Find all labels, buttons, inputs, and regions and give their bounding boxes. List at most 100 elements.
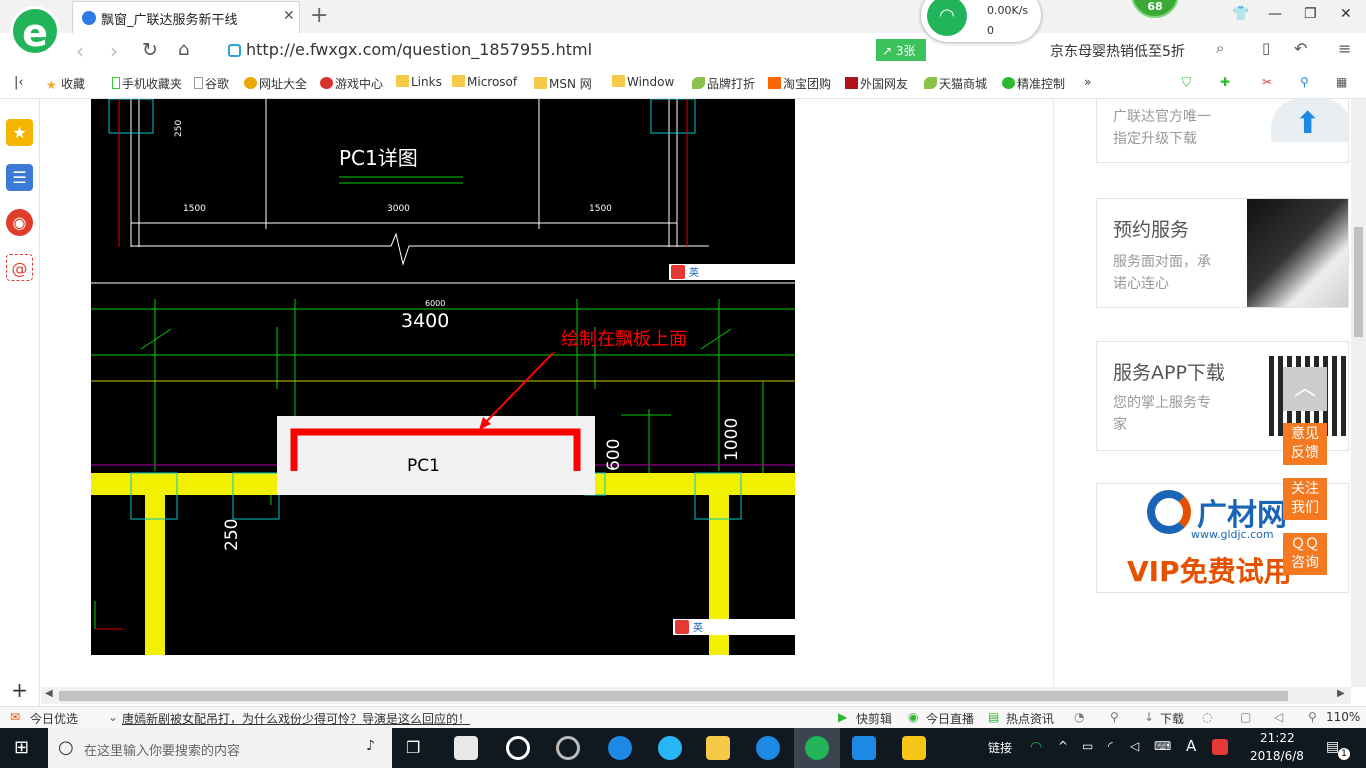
bookmark-item[interactable]: 精准控制 [1002, 75, 1065, 92]
apps-icon[interactable]: ▦ [1336, 75, 1347, 89]
bookmark-item[interactable]: MSN 网 [534, 75, 592, 92]
search-icon[interactable]: ⌕ [1216, 39, 1224, 57]
status-item[interactable]: 下载 [1160, 710, 1184, 727]
minimize-icon[interactable]: — [1268, 6, 1282, 22]
feedback-button[interactable]: 意见 反馈 [1283, 423, 1327, 465]
qq-consult-button[interactable]: ＱＱ 咨询 [1283, 533, 1327, 575]
add-sidebar-icon[interactable]: + [6, 677, 33, 704]
menu-icon[interactable]: ≡ [1338, 39, 1351, 58]
app-ie-icon[interactable] [658, 736, 682, 760]
pin-icon[interactable]: ⚲ [1110, 710, 1119, 724]
scroll-left-icon[interactable]: ◀ [45, 688, 53, 699]
ime-indicator[interactable]: A [1186, 737, 1196, 755]
refresh-icon[interactable]: ↻ [142, 39, 158, 61]
bookmark-item[interactable]: 品牌打折 [692, 75, 755, 92]
taskbar-search-input[interactable]: ○ 在这里输入你要搜索的内容 ♪ [48, 728, 392, 768]
horizontal-scrollbar[interactable]: ◀ ▶ [41, 687, 1351, 704]
bookmark-item[interactable]: Links [396, 75, 442, 89]
clock-date[interactable]: 2018/6/8 [1250, 749, 1304, 763]
status-item[interactable]: 热点资讯 [1006, 710, 1054, 727]
back-to-top-icon[interactable]: ︿ [1283, 367, 1327, 411]
status-item[interactable]: 快剪辑 [856, 710, 892, 727]
bookmark-item[interactable]: 天猫商城 [924, 75, 987, 92]
home-icon[interactable]: ⌂ [178, 39, 189, 60]
promo-link[interactable]: 京东母婴热销低至5折 [1050, 41, 1185, 61]
phone-icon[interactable]: ▯ [1262, 39, 1270, 57]
bookmark-item[interactable]: ★ 收藏 [46, 75, 85, 92]
bookmark-item[interactable]: Microsof [452, 75, 517, 89]
collapse-icon[interactable]: |‹ [14, 75, 24, 90]
app-pinwheel-icon[interactable] [454, 736, 478, 760]
bookmark-item[interactable]: 手机收藏夹 [112, 75, 182, 92]
zoom-icon[interactable]: ⚲ [1308, 710, 1317, 724]
undo-icon[interactable]: ↶ [1294, 39, 1307, 58]
wifi-widget[interactable]: ◠ 0.00K/s 0 [920, 0, 1042, 43]
new-tab-icon[interactable]: + [310, 3, 328, 28]
vertical-scrollbar[interactable] [1351, 99, 1366, 687]
status-item[interactable]: 今日直播 [926, 710, 974, 727]
shield-icon[interactable]: ⛉ [1182, 75, 1191, 90]
daily-picks-link[interactable]: 今日优选 [30, 710, 78, 727]
task-view-icon[interactable]: ❐ [406, 738, 420, 757]
weibo-icon[interactable]: ◉ [6, 209, 33, 236]
clean-icon[interactable]: ◌ [1202, 710, 1212, 724]
screenshot-button[interactable]: ↗ 3张 [876, 39, 926, 61]
bookmark-item[interactable]: 游戏中心 [320, 75, 383, 92]
app-explorer-icon[interactable] [706, 736, 730, 760]
url-field[interactable]: http://e.fwxgx.com/question_1857955.html [246, 40, 592, 59]
scroll-thumb[interactable] [59, 691, 1288, 701]
close-tab-icon[interactable]: ✕ [283, 8, 295, 24]
bookmark-item[interactable]: 网址大全 [244, 75, 307, 92]
zoom-level[interactable]: 110% [1326, 710, 1360, 724]
forward-icon[interactable]: › [110, 39, 118, 63]
news-ticker[interactable]: 唐嫣新剧被女配吊打，为什么戏份少得可怜？导演是这么回应的！ [122, 710, 470, 727]
bookmark-item[interactable]: 外国网友 [845, 75, 908, 92]
speed-icon[interactable]: ◔ [1074, 710, 1084, 724]
microphone-icon[interactable]: ♪ [366, 738, 375, 754]
reader-icon[interactable]: ☰ [6, 164, 33, 191]
speaker-icon[interactable]: ◁ [1130, 739, 1139, 753]
app-edge-icon[interactable] [608, 736, 632, 760]
chevron-up-icon[interactable]: ^ [1058, 739, 1068, 753]
app-plus-icon[interactable] [852, 736, 876, 760]
browser-tab[interactable]: 飘窗_广联达服务新干线 ✕ [72, 1, 300, 33]
scissors-icon[interactable]: ✂ [1262, 75, 1272, 89]
compass-icon [244, 77, 257, 89]
browser-logo-icon[interactable]: e [10, 6, 60, 56]
window-icon[interactable]: ▢ [1240, 710, 1251, 724]
restore-icon[interactable]: ❐ [1304, 6, 1317, 22]
service-card[interactable]: 预约服务 服务面对面，承 诺心连心 [1096, 198, 1349, 308]
close-window-icon[interactable]: ✕ [1340, 6, 1352, 22]
scroll-thumb[interactable] [1354, 227, 1363, 337]
shirt-icon[interactable]: 👕 [1232, 6, 1249, 22]
volume-icon[interactable]: ◁ [1274, 710, 1283, 724]
notification-badge[interactable]: 68 [1131, 0, 1179, 18]
bookmark-item[interactable]: Window [612, 75, 674, 89]
clock-time[interactable]: 21:22 [1260, 731, 1295, 745]
scroll-right-icon[interactable]: ▶ [1337, 688, 1345, 699]
more-bookmarks-icon[interactable]: » [1084, 75, 1091, 89]
app-notes-icon[interactable] [902, 736, 926, 760]
bookmark-item[interactable]: 谷歌 [194, 75, 229, 92]
sogou-icon[interactable] [1212, 739, 1228, 755]
link-label[interactable]: 链接 [988, 739, 1012, 756]
mail-icon[interactable]: @ [6, 254, 33, 281]
wifi-tray-icon[interactable]: ◠ [1030, 739, 1042, 755]
follow-us-button[interactable]: 关注 我们 [1283, 478, 1327, 520]
back-icon[interactable]: ‹ [76, 39, 84, 63]
chevron-down-icon[interactable]: ⌄ [108, 710, 118, 724]
favorites-star-icon[interactable]: ★ [6, 119, 33, 146]
bookmark-item[interactable]: 淘宝团购 [768, 75, 831, 92]
translate-icon[interactable]: ✚ [1220, 75, 1230, 89]
battery-icon[interactable]: ▭ [1082, 739, 1093, 753]
upgrade-card[interactable]: 广联达官方唯一 指定升级下载 ⬆ [1096, 99, 1349, 163]
app-glodon-icon[interactable] [756, 736, 780, 760]
windows-start-icon[interactable]: ⊞ [14, 737, 29, 758]
network-icon[interactable]: ◜ [1108, 739, 1113, 753]
app-spiral-icon[interactable] [556, 736, 580, 760]
keyboard-icon[interactable]: ⌨ [1154, 739, 1171, 753]
app-360-browser-icon[interactable] [506, 736, 530, 760]
app-title: 服务APP下载 [1113, 362, 1225, 384]
magnifier-icon[interactable]: ⚲ [1300, 75, 1309, 89]
active-app-highlight[interactable] [794, 728, 840, 768]
